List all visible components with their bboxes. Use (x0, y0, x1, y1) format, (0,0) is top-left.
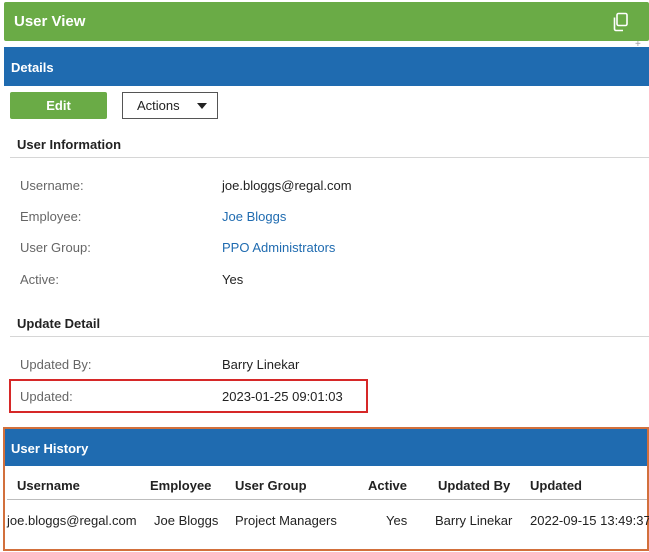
username-label: Username: (20, 178, 84, 193)
cell-updated-by: Barry Linekar (435, 513, 513, 528)
copy-icon[interactable] (611, 12, 629, 32)
user-history-header: User History (5, 429, 647, 466)
section-divider (10, 157, 649, 158)
user-group-link[interactable]: PPO Administrators (222, 240, 335, 255)
column-header-active[interactable]: Active (368, 478, 407, 493)
user-information-heading: User Information (17, 137, 122, 152)
edit-button[interactable]: Edit (10, 92, 107, 119)
column-header-updated-by[interactable]: Updated By (438, 478, 510, 493)
updated-by-label: Updated By: (20, 357, 92, 372)
section-divider (10, 336, 649, 337)
column-header-employee[interactable]: Employee (150, 478, 211, 493)
employee-link[interactable]: Joe Bloggs (222, 209, 286, 224)
table-header-divider (7, 499, 647, 500)
active-value: Yes (222, 272, 244, 287)
page-title: User View (14, 13, 86, 30)
caret-down-icon (197, 103, 207, 109)
cell-user-group: Project Managers (235, 513, 337, 528)
employee-label: Employee: (20, 209, 82, 224)
user-view-header: User View (4, 2, 649, 41)
update-detail-heading: Update Detail (17, 316, 101, 331)
actions-label: Actions (137, 98, 180, 113)
user-history-title: User History (11, 441, 89, 456)
user-group-label: User Group: (20, 240, 91, 255)
updated-value: 2023-01-25 09:01:03 (222, 389, 343, 404)
actions-dropdown-button[interactable]: Actions (122, 92, 218, 119)
username-value: joe.bloggs@regal.com (222, 178, 352, 193)
details-title: Details (11, 60, 54, 75)
updated-label: Updated: (20, 389, 73, 404)
column-header-username[interactable]: Username (17, 478, 80, 493)
cell-active: Yes (386, 513, 408, 528)
cell-username: joe.bloggs@regal.com (7, 513, 137, 528)
cell-updated: 2022-09-15 13:49:37 (530, 513, 649, 528)
column-header-updated[interactable]: Updated (530, 478, 582, 493)
active-label: Active: (20, 272, 60, 287)
updated-by-value: Barry Linekar (222, 357, 300, 372)
cell-employee-link[interactable]: Joe Bloggs (154, 513, 218, 528)
details-panel-header: Details (4, 47, 649, 86)
column-header-user-group[interactable]: User Group (235, 478, 307, 493)
user-history-panel: User History Username Employee User Grou… (3, 427, 649, 551)
